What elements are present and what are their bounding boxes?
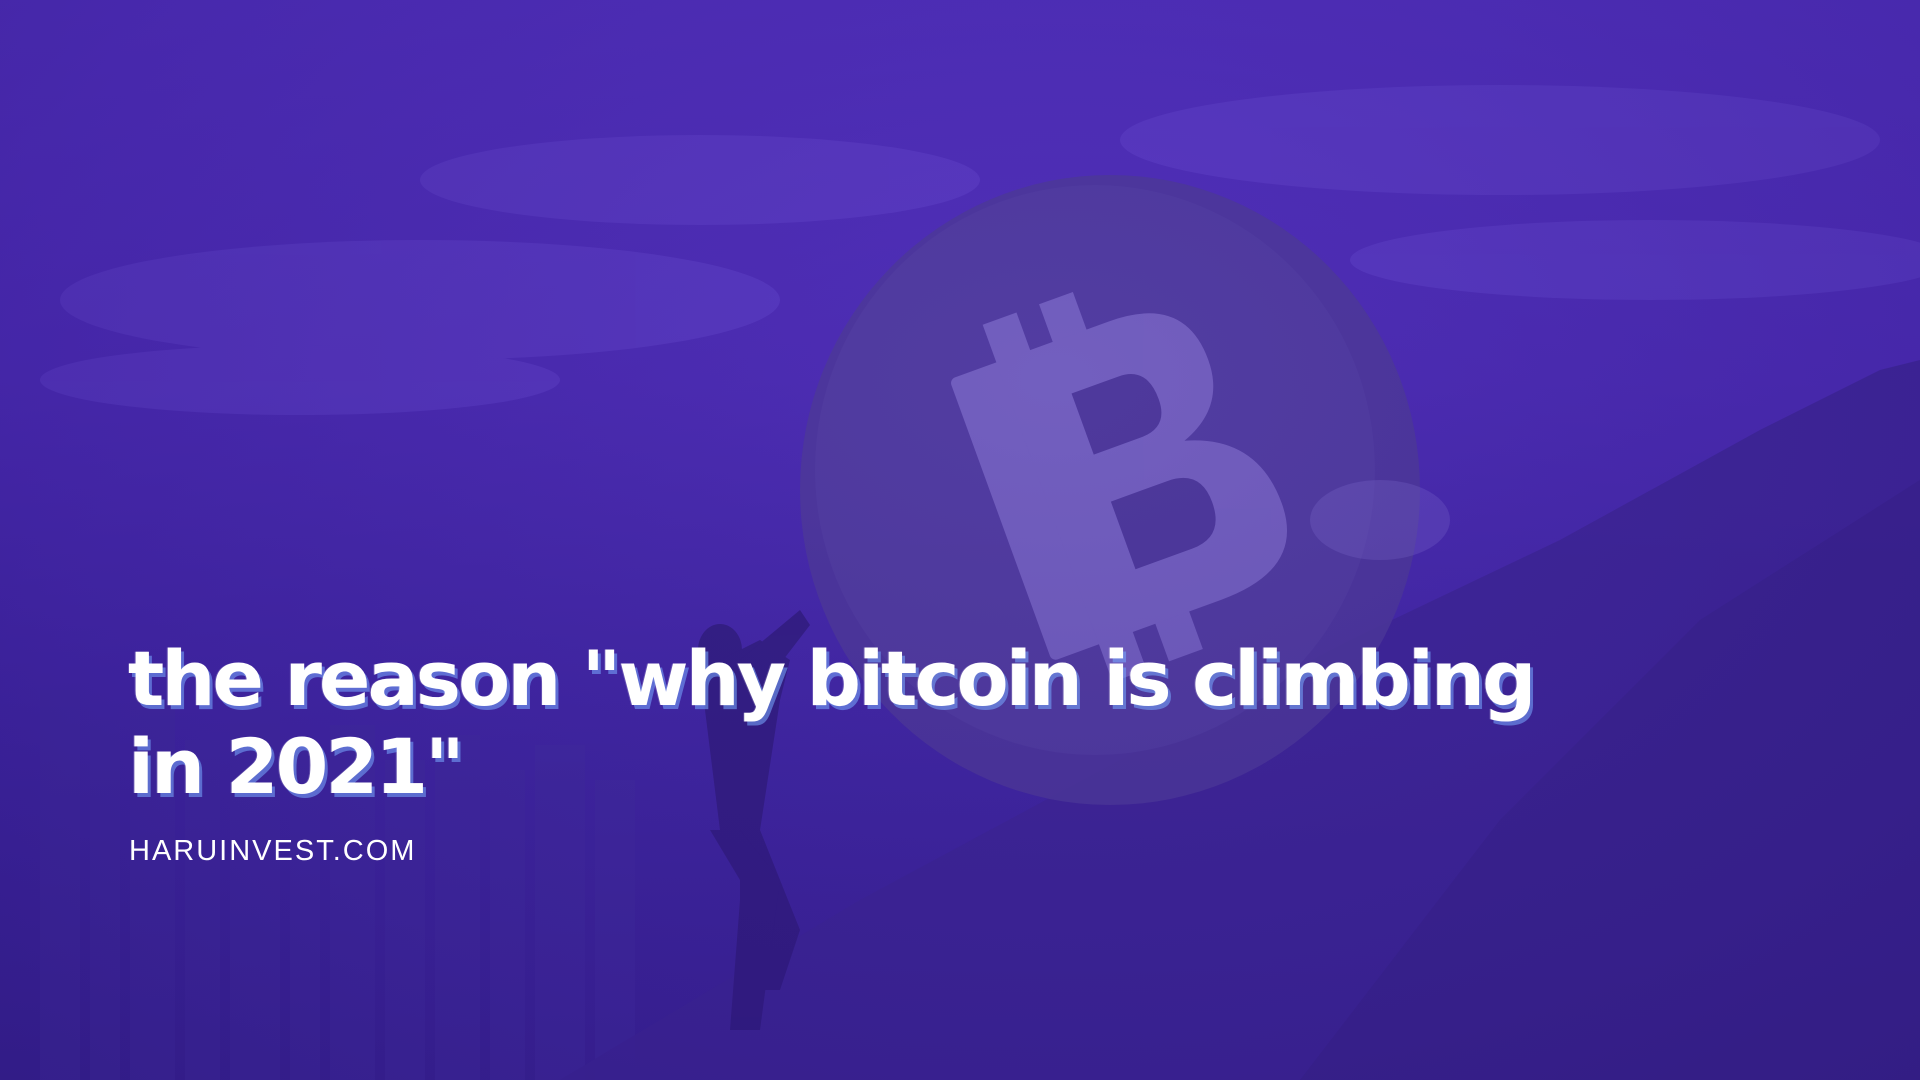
site-label: HARUINVEST.COM [129,835,417,867]
banner: the reason "why bitcoin is climbing in 2… [0,0,1920,1080]
color-overlay [0,0,1920,1080]
headline: the reason "why bitcoin is climbing in 2… [128,634,1536,811]
